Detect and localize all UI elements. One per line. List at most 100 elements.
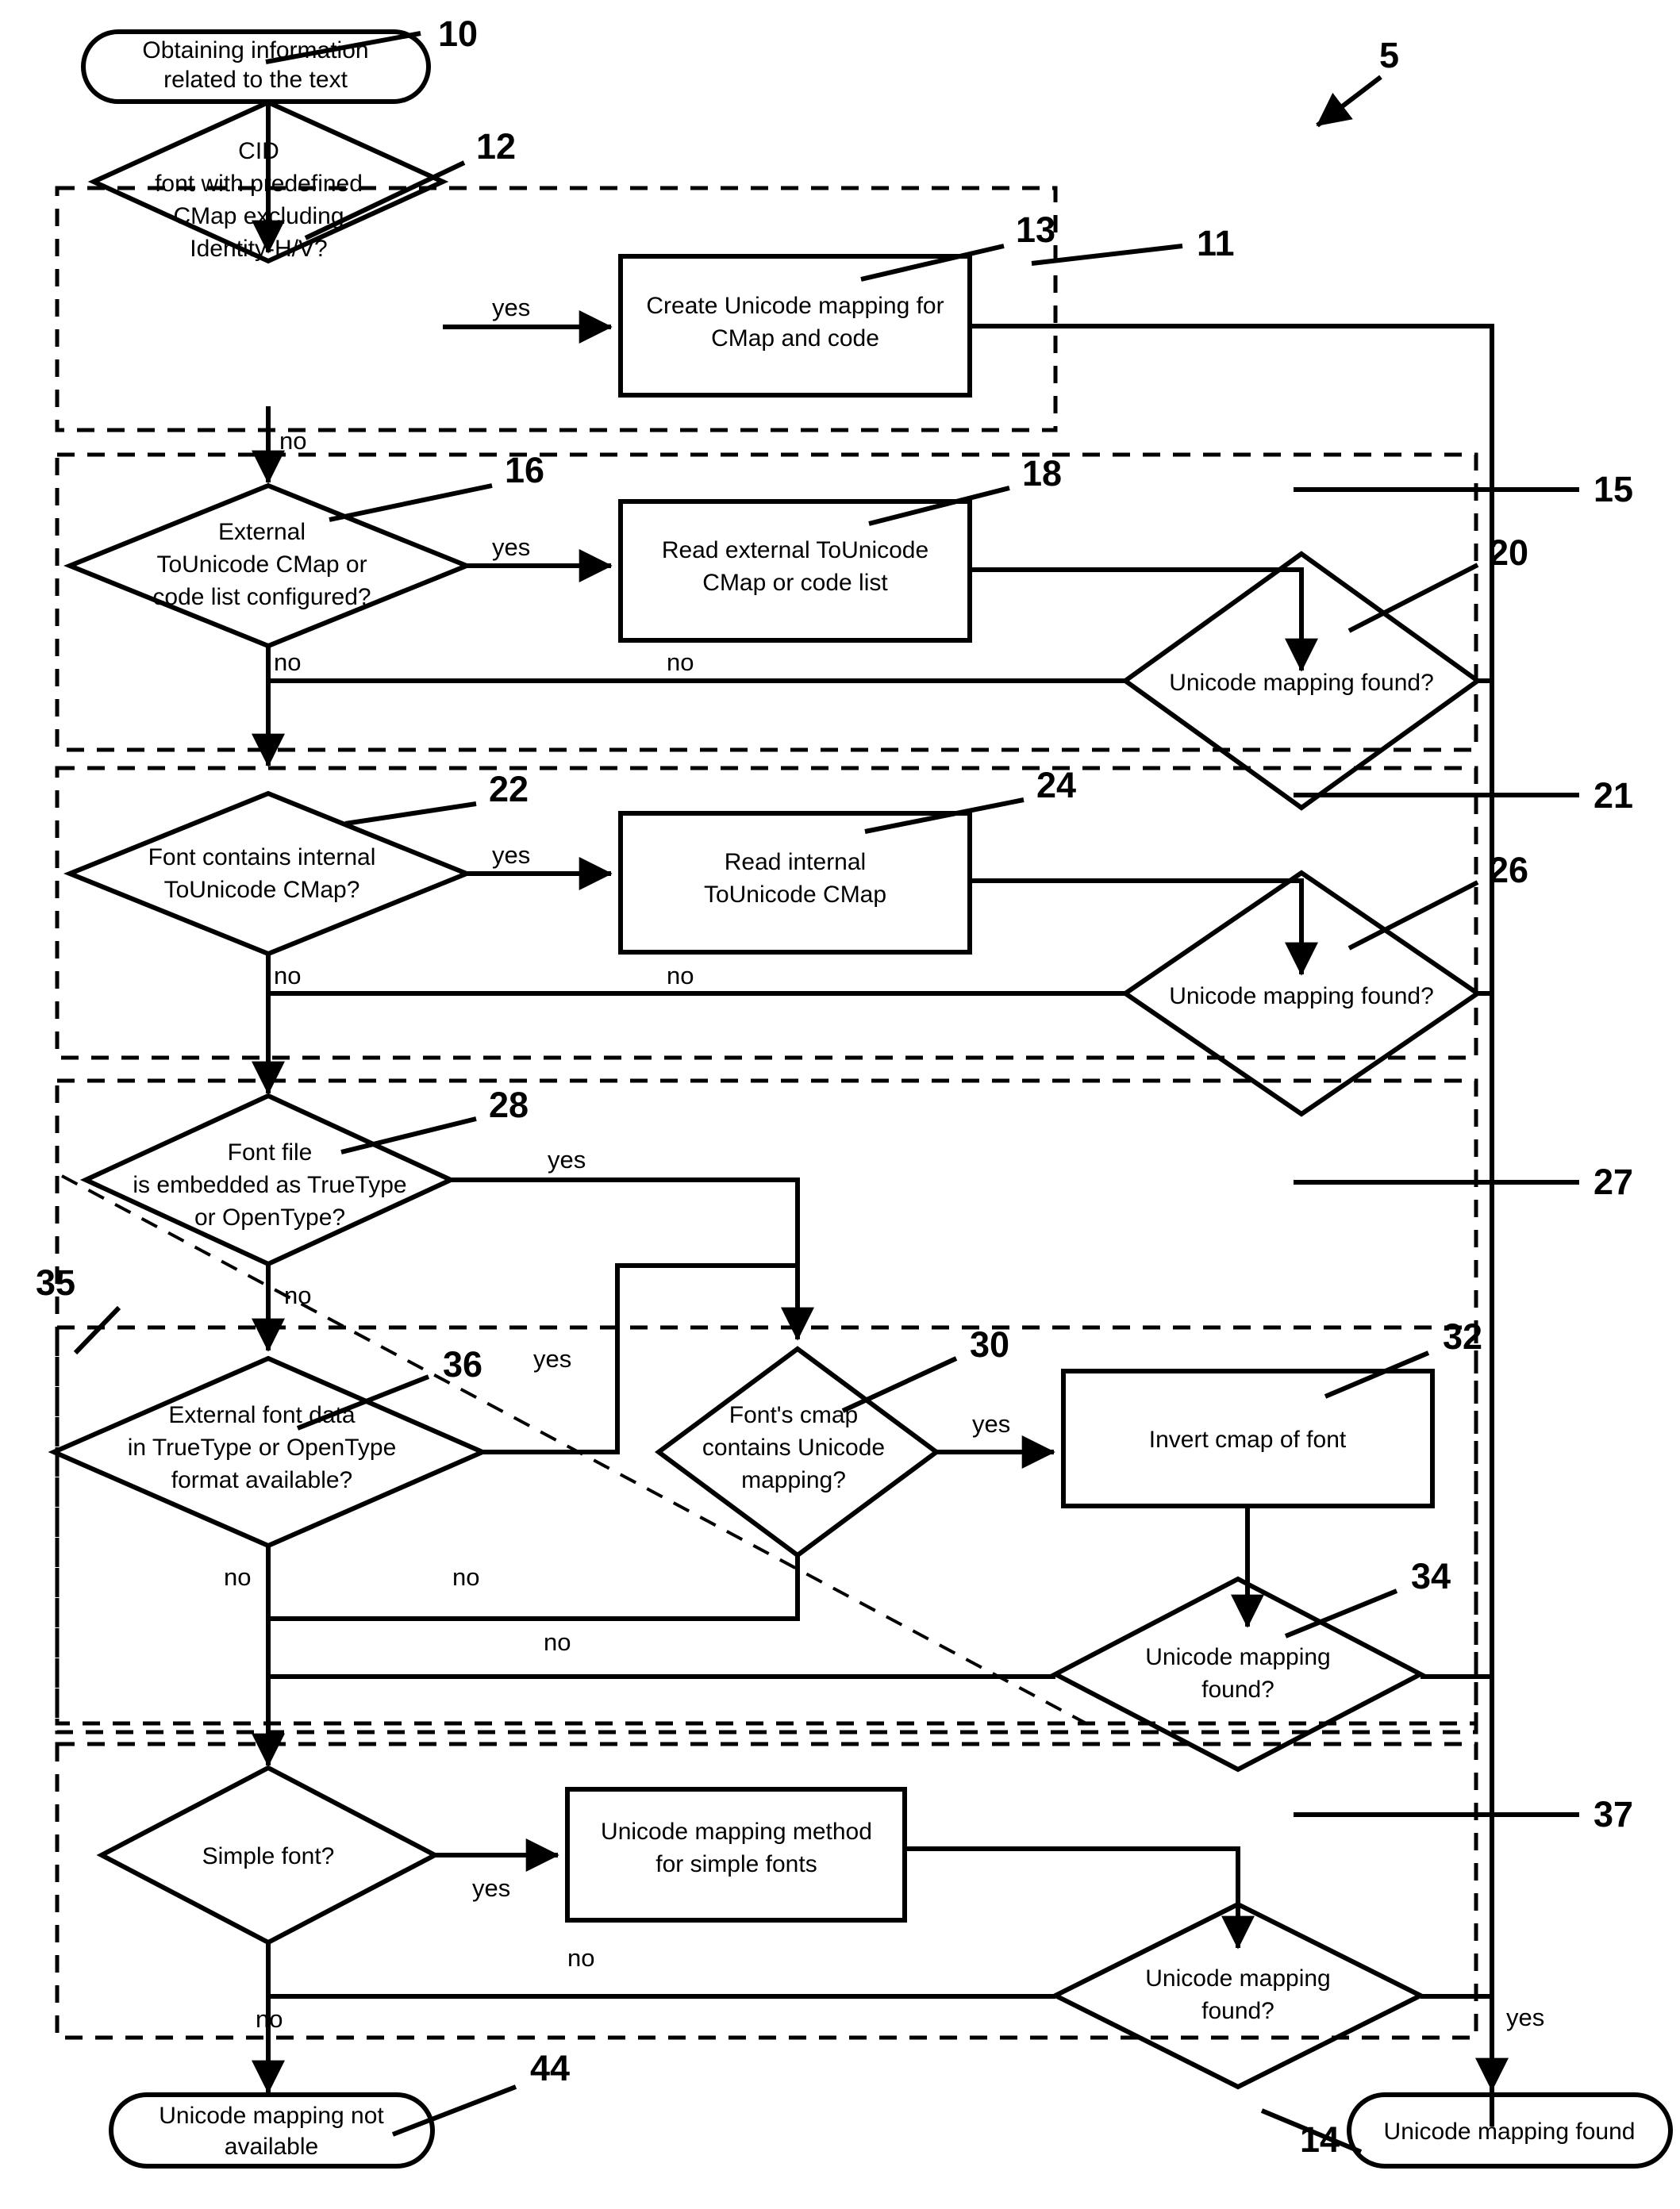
process-13-line2: CMap and code xyxy=(711,325,879,352)
edge-label-no: no xyxy=(667,962,694,989)
decision-12-line1: CID xyxy=(238,138,279,164)
decision-30-line3: mapping? xyxy=(741,1467,846,1493)
ref-numeral-24: 24 xyxy=(1036,765,1076,805)
decision-30-line2: contains Unicode xyxy=(702,1435,885,1461)
ref-numeral-36: 36 xyxy=(443,1344,482,1385)
leader-30 xyxy=(841,1356,958,1413)
edge-label-no: no xyxy=(284,1281,311,1309)
edge-label-no: no xyxy=(274,962,301,989)
ref-numeral-5: 5 xyxy=(1379,35,1399,75)
decision-22-outline xyxy=(63,790,474,957)
decision-final-found-line2: found? xyxy=(1201,1998,1274,2024)
ref-numeral-35: 35 xyxy=(36,1262,75,1303)
leader-32 xyxy=(1324,1350,1430,1399)
edge-label-yes: yes xyxy=(492,841,530,869)
leader-28 xyxy=(340,1116,477,1154)
decision-16-line2: ToUnicode CMap or xyxy=(156,551,367,578)
ref-numeral-30: 30 xyxy=(970,1324,1009,1365)
decision-simple-font-line1: Simple font? xyxy=(202,1843,335,1869)
ref-numeral-15: 15 xyxy=(1594,469,1633,509)
leader-26 xyxy=(1347,880,1479,951)
leader-35 xyxy=(73,1305,121,1355)
decision-36-line1: External font data xyxy=(168,1402,355,1428)
terminal-start-line2: related to the text xyxy=(163,67,348,93)
patent-figure-page: Obtaining information related to the tex… xyxy=(0,0,1680,2209)
leader-5 xyxy=(1316,75,1382,128)
decision-12-line2: font with predefined xyxy=(155,171,363,197)
ref-numeral-22: 22 xyxy=(489,769,529,809)
edge-label-no: no xyxy=(274,648,301,676)
ref-numeral-34: 34 xyxy=(1411,1556,1451,1596)
edge-label-no: no xyxy=(279,427,306,455)
decision-20-line1: Unicode mapping found? xyxy=(1169,670,1434,696)
process-18-line2: CMap or code list xyxy=(702,570,888,596)
decision-16-line1: External xyxy=(218,519,306,545)
process-18-line1: Read external ToUnicode xyxy=(662,537,928,563)
edge-label-yes: yes xyxy=(533,1345,571,1373)
terminal-success-line1: Unicode mapping found xyxy=(1384,2119,1636,2145)
process-simple-line1: Unicode mapping method xyxy=(601,1819,872,1845)
decision-36-line3: format available? xyxy=(171,1467,352,1493)
process-simple-line2: for simple fonts xyxy=(655,1851,817,1877)
ref-numeral-18: 18 xyxy=(1022,453,1062,494)
edge-label-yes: yes xyxy=(472,1874,510,1902)
terminal-fail-line1: Unicode mapping not xyxy=(159,2103,384,2129)
ref-numeral-32: 32 xyxy=(1443,1316,1482,1357)
ref-numeral-44: 44 xyxy=(530,2048,570,2088)
process-13-line1: Create Unicode mapping for xyxy=(646,293,944,319)
decision-28-line3: or OpenType? xyxy=(194,1204,345,1231)
leader-18 xyxy=(868,486,1010,526)
edge-28-yes-to-30 xyxy=(451,1177,814,1341)
decision-28-line1: Font file xyxy=(228,1139,313,1166)
edge-label-yes: yes xyxy=(492,294,530,321)
decision-22-line1: Font contains internal xyxy=(148,844,376,870)
edge-label-no: no xyxy=(224,1563,251,1591)
decision-final-found-line1: Unicode mapping xyxy=(1145,1965,1330,1992)
edge-30-no-down xyxy=(268,1555,800,1621)
ref-numeral-13: 13 xyxy=(1016,209,1055,250)
decision-34-line1: Unicode mapping xyxy=(1145,1644,1330,1670)
flowchart-canvas: Obtaining information related to the tex… xyxy=(36,13,1673,2169)
decision-22-line2: ToUnicode CMap? xyxy=(164,877,360,903)
decision-30-line1: Font's cmap xyxy=(729,1402,858,1428)
edge-label-no: no xyxy=(452,1563,479,1591)
leader-22 xyxy=(344,801,477,826)
decision-36-line2: in TrueType or OpenType xyxy=(128,1435,397,1461)
decision-12-line3: CMap excluding xyxy=(173,203,344,229)
leader-44 xyxy=(391,2084,517,2137)
edge-18-to-20 xyxy=(970,567,1318,672)
decision-28-line2: is embedded as TrueType xyxy=(133,1172,406,1198)
ref-numeral-12: 12 xyxy=(476,126,516,167)
edge-24-to-26 xyxy=(970,878,1318,976)
ref-numeral-26: 26 xyxy=(1489,850,1528,890)
edge-label-no: no xyxy=(544,1628,571,1656)
edge-label-yes: yes xyxy=(492,533,530,561)
decision-12-line4: Identity-H/V? xyxy=(190,236,327,262)
edge-label-yes: yes xyxy=(548,1146,586,1174)
ref-numeral-14: 14 xyxy=(1300,2119,1340,2160)
process-24-line1: Read internal xyxy=(725,849,866,875)
terminal-start-line1: Obtaining information xyxy=(142,37,368,63)
edge-label-no: no xyxy=(667,648,694,676)
edge-label-yes: yes xyxy=(972,1410,1010,1438)
edge-label-no: no xyxy=(567,1944,594,1972)
ref-numeral-10: 10 xyxy=(438,13,478,54)
edge-label-yes: yes xyxy=(1506,2003,1544,2031)
ref-numeral-37: 37 xyxy=(1594,1794,1633,1834)
leader-16 xyxy=(329,483,493,522)
leader-20 xyxy=(1347,563,1479,633)
ref-numeral-20: 20 xyxy=(1489,532,1528,573)
edge-label-no: no xyxy=(256,2005,283,2033)
terminal-fail-line2: available xyxy=(225,2134,318,2160)
decision-34-line2: found? xyxy=(1201,1677,1274,1703)
leader-13 xyxy=(860,244,1005,282)
ref-numeral-28: 28 xyxy=(489,1085,529,1125)
decision-16-line3: code list configured? xyxy=(152,584,371,610)
ref-numeral-27: 27 xyxy=(1594,1162,1633,1202)
process-24-line2: ToUnicode CMap xyxy=(704,882,886,908)
decision-34-outline xyxy=(1050,1576,1426,1773)
edge-process-to-final-found xyxy=(905,1846,1255,1950)
decision-26-line1: Unicode mapping found? xyxy=(1169,983,1434,1009)
ref-numeral-16: 16 xyxy=(505,450,544,490)
ref-numeral-21: 21 xyxy=(1594,775,1633,816)
